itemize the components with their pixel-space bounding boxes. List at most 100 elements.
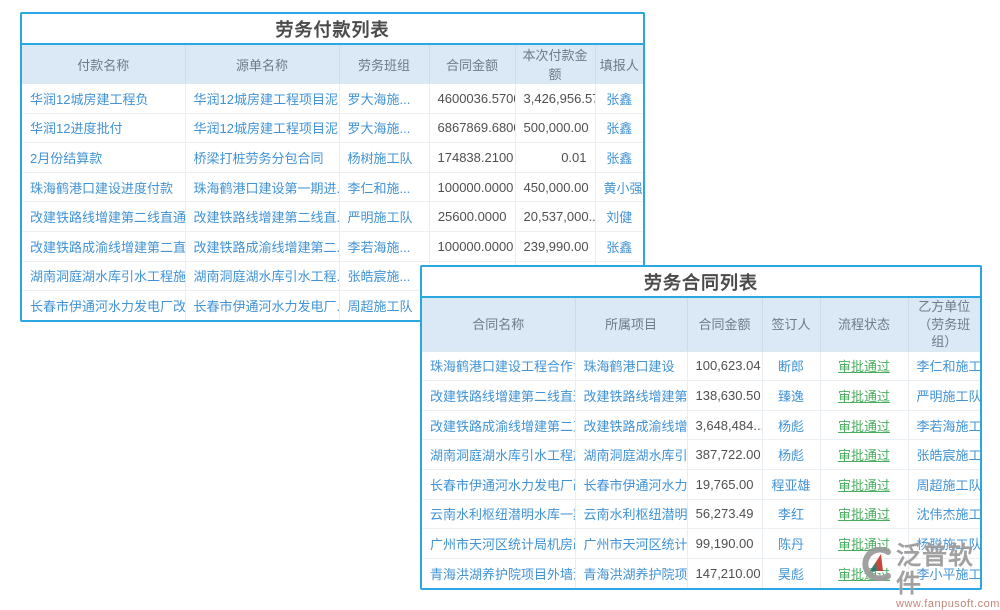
cell-party-b[interactable]: 李若海施工队 [908,410,980,440]
cell-payment-amount: 0.01 [515,143,595,173]
cell-project[interactable]: 湖南洞庭湖水库引... [575,440,687,470]
table-row: 华润12进度批付华润12城房建工程项目泥...罗大海施...6867869.68… [22,113,643,143]
cell-payment-amount: 3,426,956.57 [515,84,595,114]
column-header-source-name: 源单名称 [185,45,339,84]
cell-source-name[interactable]: 华润12城房建工程项目泥... [185,84,339,114]
cell-labor-team[interactable]: 罗大海施... [339,84,429,114]
cell-labor-team[interactable]: 李仁和施... [339,172,429,202]
column-header-reporter: 填报人 [595,45,643,84]
cell-flow-status[interactable]: 审批通过 [820,529,908,559]
cell-contract-amount: 19,765.00 [687,470,762,500]
cell-flow-status[interactable]: 审批通过 [820,558,908,588]
cell-project[interactable]: 青海洪湖养护院项目 [575,558,687,588]
cell-party-b[interactable]: 李小平施工队 [908,558,980,588]
cell-source-name[interactable]: 珠海鹤港口建设第一期进... [185,172,339,202]
cell-source-name[interactable]: 长春市伊通河水力发电厂... [185,291,339,321]
cell-payment-name[interactable]: 改建铁路线增建第二线直通... [22,202,185,232]
cell-contract-name[interactable]: 改建铁路线增建第二线直通... [422,381,575,411]
cell-signer[interactable]: 昊彪 [762,558,820,588]
cell-project[interactable]: 云南水利枢纽潜明... [575,499,687,529]
cell-payment-name[interactable]: 改建铁路成渝线增建第二直... [22,231,185,261]
column-header-contract-amount: 合同金额 [687,298,762,351]
cell-payment-name[interactable]: 2月份结算款 [22,143,185,173]
cell-signer[interactable]: 臻逸 [762,381,820,411]
cell-contract-amount: 6867869.6800 [429,113,515,143]
header-row: 付款名称源单名称劳务班组合同金额本次付款金额填报人 [22,45,643,84]
cell-reporter[interactable]: 黄小强 [595,172,643,202]
cell-flow-status[interactable]: 审批通过 [820,381,908,411]
header-row: 合同名称所属项目合同金额签订人流程状态乙方单位（劳务班组） [422,298,980,351]
cell-contract-name[interactable]: 云南水利枢纽潜明水库一期... [422,499,575,529]
cell-signer[interactable]: 李红 [762,499,820,529]
cell-payment-name[interactable]: 华润12城房建工程负 [22,84,185,114]
column-header-party-b: 乙方单位（劳务班组） [908,298,980,351]
cell-signer[interactable]: 程亚雄 [762,470,820,500]
cell-reporter[interactable]: 刘健 [595,202,643,232]
column-header-labor-team: 劳务班组 [339,45,429,84]
cell-contract-name[interactable]: 青海洪湖养护院项目外墙涂... [422,558,575,588]
cell-source-name[interactable]: 改建铁路成渝线增建第二... [185,231,339,261]
cell-contract-amount: 4600036.5700 [429,84,515,114]
cell-signer[interactable]: 断郎 [762,351,820,381]
cell-source-name[interactable]: 湖南洞庭湖水库引水工程... [185,261,339,291]
table-row: 改建铁路线增建第二线直通...改建铁路线增建第二线直...严明施工队25600.… [22,202,643,232]
cell-labor-team[interactable]: 严明施工队 [339,202,429,232]
cell-contract-amount: 147,210.00 [687,558,762,588]
table-row: 湖南洞庭湖水库引水工程施...湖南洞庭湖水库引...387,722.00杨彪审批… [422,440,980,470]
cell-reporter[interactable]: 张鑫 [595,84,643,114]
cell-contract-amount: 3,648,484... [687,410,762,440]
cell-contract-name[interactable]: 改建铁路成渝线增建第二直... [422,410,575,440]
cell-project[interactable]: 改建铁路线增建第... [575,381,687,411]
cell-party-b[interactable]: 沈伟杰施工队 [908,499,980,529]
cell-labor-team[interactable]: 杨树施工队 [339,143,429,173]
cell-reporter[interactable]: 张鑫 [595,113,643,143]
cell-contract-name[interactable]: 长春市伊通河水力发电厂改... [422,470,575,500]
cell-source-name[interactable]: 桥梁打桩劳务分包合同 [185,143,339,173]
cell-flow-status[interactable]: 审批通过 [820,440,908,470]
cell-flow-status[interactable]: 审批通过 [820,499,908,529]
table-row: 华润12城房建工程负华润12城房建工程项目泥...罗大海施...4600036.… [22,84,643,114]
cell-party-b[interactable]: 张皓宸施工队 [908,440,980,470]
contract-window-title: 劳务合同列表 [422,267,980,298]
cell-source-name[interactable]: 华润12城房建工程项目泥... [185,113,339,143]
table-row: 云南水利枢纽潜明水库一期...云南水利枢纽潜明...56,273.49李红审批通… [422,499,980,529]
cell-labor-team[interactable]: 张皓宸施... [339,261,429,291]
cell-contract-amount: 100000.0000 [429,172,515,202]
cell-contract-amount: 56,273.49 [687,499,762,529]
cell-project[interactable]: 长春市伊通河水力... [575,470,687,500]
cell-contract-amount: 25600.0000 [429,202,515,232]
cell-signer[interactable]: 杨彪 [762,440,820,470]
cell-payment-name[interactable]: 长春市伊通河水力发电厂改... [22,291,185,321]
contract-list-window: 劳务合同列表 合同名称所属项目合同金额签订人流程状态乙方单位（劳务班组）珠海鹤港… [420,265,982,590]
cell-labor-team[interactable]: 李若海施... [339,231,429,261]
cell-flow-status[interactable]: 审批通过 [820,351,908,381]
contract-table: 合同名称所属项目合同金额签订人流程状态乙方单位（劳务班组）珠海鹤港口建设工程合作… [422,298,980,588]
cell-party-b[interactable]: 严明施工队 [908,381,980,411]
cell-source-name[interactable]: 改建铁路线增建第二线直... [185,202,339,232]
table-row: 青海洪湖养护院项目外墙涂...青海洪湖养护院项目147,210.00昊彪审批通过… [422,558,980,588]
cell-party-b[interactable]: 李仁和施工队 [908,351,980,381]
cell-payment-amount: 450,000.00 [515,172,595,202]
cell-labor-team[interactable]: 周超施工队 [339,291,429,321]
cell-signer[interactable]: 杨彪 [762,410,820,440]
cell-reporter[interactable]: 张鑫 [595,143,643,173]
cell-payment-name[interactable]: 珠海鹤港口建设进度付款 [22,172,185,202]
cell-party-b[interactable]: 杨聪施工队 [908,529,980,559]
cell-payment-name[interactable]: 华润12进度批付 [22,113,185,143]
cell-labor-team[interactable]: 罗大海施... [339,113,429,143]
cell-project[interactable]: 广州市天河区统计... [575,529,687,559]
cell-contract-name[interactable]: 广州市天河区统计局机房改... [422,529,575,559]
cell-signer[interactable]: 陈丹 [762,529,820,559]
cell-party-b[interactable]: 周超施工队 [908,470,980,500]
cell-contract-amount: 174838.2100 [429,143,515,173]
cell-project[interactable]: 珠海鹤港口建设 [575,351,687,381]
cell-payment-amount: 500,000.00 [515,113,595,143]
table-row: 珠海鹤港口建设工程合作协...珠海鹤港口建设100,623.04断郎审批通过李仁… [422,351,980,381]
cell-contract-name[interactable]: 珠海鹤港口建设工程合作协... [422,351,575,381]
cell-flow-status[interactable]: 审批通过 [820,410,908,440]
cell-contract-name[interactable]: 湖南洞庭湖水库引水工程施... [422,440,575,470]
cell-flow-status[interactable]: 审批通过 [820,470,908,500]
cell-reporter[interactable]: 张鑫 [595,231,643,261]
cell-project[interactable]: 改建铁路成渝线增... [575,410,687,440]
cell-payment-name[interactable]: 湖南洞庭湖水库引水工程施... [22,261,185,291]
